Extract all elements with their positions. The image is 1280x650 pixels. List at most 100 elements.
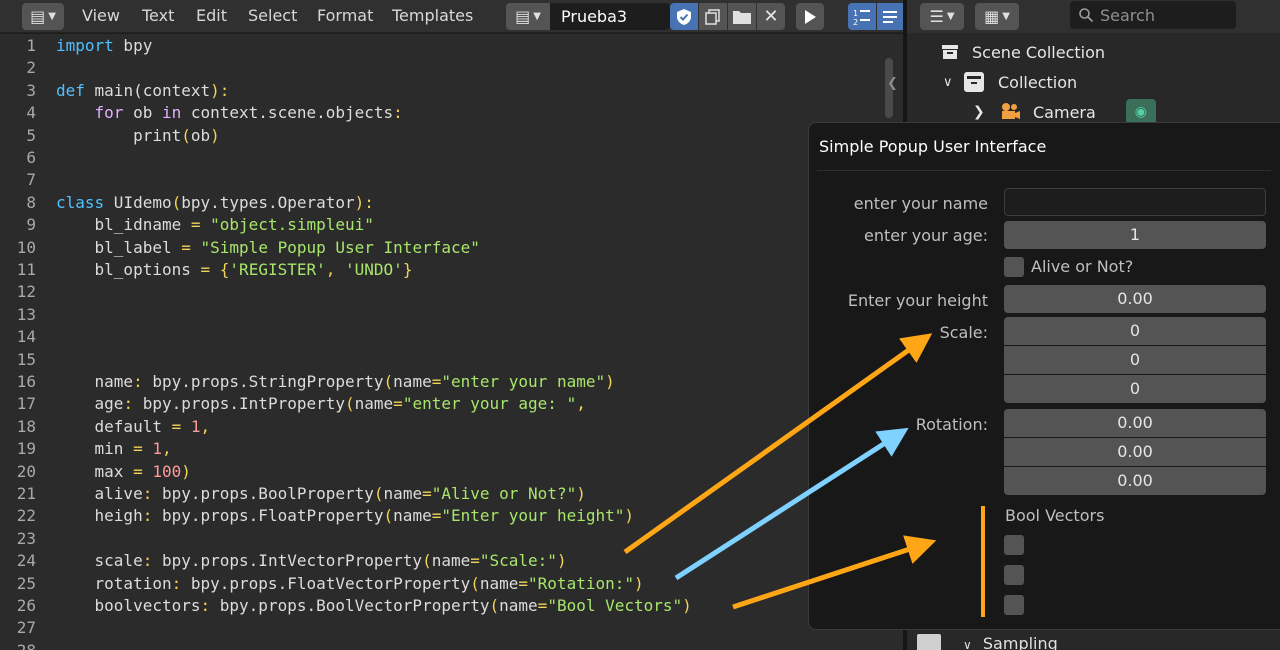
line-number: 10 xyxy=(16,237,36,257)
line-number: 2 xyxy=(26,58,36,78)
word-wrap-toggle[interactable] xyxy=(877,3,903,30)
line-number: 27 xyxy=(16,618,36,638)
line-number: 24 xyxy=(16,551,36,571)
scale-x-field[interactable]: 0 xyxy=(1004,317,1266,345)
chevron-down-icon[interactable]: ∨ xyxy=(943,75,963,90)
collection-row[interactable]: ∨ Collection xyxy=(943,68,1077,96)
rotation-z-field[interactable]: 0.00 xyxy=(1004,467,1266,495)
line-number: 6 xyxy=(26,148,36,167)
code-line-9: bl_idname = "object.simpleui" xyxy=(56,215,374,235)
menu-select[interactable]: Select xyxy=(248,6,297,25)
line-number: 5 xyxy=(26,125,36,145)
simple-popup-dialog: Simple Popup User Interface enter your n… xyxy=(808,122,1280,630)
popup-title: Simple Popup User Interface xyxy=(819,137,1047,156)
line-number: 22 xyxy=(16,506,36,526)
code-line-5: print(ob) xyxy=(56,125,220,145)
code-line-24: scale: bpy.props.IntVectorProperty(name=… xyxy=(56,551,567,571)
line-number: 3 xyxy=(26,80,36,100)
fake-user-button[interactable] xyxy=(670,3,698,30)
open-text-button[interactable] xyxy=(728,3,756,30)
age-number-field[interactable]: 1 xyxy=(1004,221,1266,249)
line-number: 16 xyxy=(16,372,36,391)
collection-box-icon xyxy=(964,72,984,92)
alive-checkbox[interactable] xyxy=(1004,257,1024,277)
line-number: 11 xyxy=(16,260,36,279)
bool-vector-checkbox-1[interactable] xyxy=(1004,535,1024,555)
svg-text:2: 2 xyxy=(853,18,858,27)
outliner-editor-type-button[interactable]: ☰ ▼ xyxy=(920,3,964,30)
alive-label[interactable]: Alive or Not? xyxy=(1031,257,1133,276)
line-number: 23 xyxy=(16,528,36,548)
camera-object-icon xyxy=(1002,103,1020,119)
bool-vector-checkbox-2[interactable] xyxy=(1004,565,1024,585)
rotation-x-field[interactable]: 0.00 xyxy=(1004,409,1266,437)
camera-label: Camera xyxy=(1033,102,1096,122)
search-icon xyxy=(1079,8,1094,23)
code-line-4: for ob in context.scene.objects: xyxy=(94,103,403,123)
outliner-search-input[interactable]: Search xyxy=(1070,1,1236,29)
code-line-26: boolvectors: bpy.props.BoolVectorPropert… xyxy=(56,596,692,615)
line-number: 1 xyxy=(26,36,36,55)
line-number: 17 xyxy=(16,394,36,414)
code-editor[interactable]: 1 2 3 4 5 6 7 8 9 10 11 12 13 14 15 16 1… xyxy=(0,34,903,650)
chevron-down-icon: ▼ xyxy=(48,11,56,22)
line-numbers-toggle[interactable]: 12 xyxy=(848,3,876,30)
run-script-button[interactable] xyxy=(796,3,824,30)
menu-format[interactable]: Format xyxy=(317,6,373,25)
chevron-right-icon[interactable]: ❯ xyxy=(973,104,999,120)
unlink-text-button[interactable]: ✕ xyxy=(757,3,785,30)
new-text-button[interactable] xyxy=(699,3,727,30)
line-number: 12 xyxy=(16,282,36,302)
search-placeholder: Search xyxy=(1100,5,1155,25)
code-line-16: name: bpy.props.StringProperty(name="ent… xyxy=(56,372,615,391)
scale-label: Scale: xyxy=(939,323,988,342)
bool-vectors-label: Bool Vectors xyxy=(1005,506,1105,525)
name-label: enter your name xyxy=(853,194,988,213)
display-mode-button[interactable]: ▦ ▼ xyxy=(975,3,1019,30)
chevron-down-icon: ▼ xyxy=(533,11,541,22)
line-numbers-icon: 12 xyxy=(853,9,870,27)
scene-collection-label: Scene Collection xyxy=(972,42,1106,62)
line-number: 4 xyxy=(26,103,36,123)
height-number-field[interactable]: 0.00 xyxy=(1004,285,1266,313)
scene-collection-row[interactable]: Scene Collection xyxy=(940,38,1105,66)
line-number: 15 xyxy=(16,349,36,369)
rotation-y-field[interactable]: 0.00 xyxy=(1004,438,1266,466)
line-number: 13 xyxy=(16,304,36,324)
text-name-field[interactable]: Prueba3 xyxy=(550,3,670,30)
code-line-10: bl_label = "Simple Popup User Interface" xyxy=(56,237,480,257)
render-properties-icon[interactable] xyxy=(917,634,941,650)
code-line-11: bl_options = {'REGISTER', 'UNDO'} xyxy=(56,260,413,279)
collection-label: Collection xyxy=(998,72,1078,92)
duplicate-icon xyxy=(705,8,720,25)
browse-text-button[interactable]: ▤ ▼ xyxy=(506,3,550,30)
bool-vector-checkbox-3[interactable] xyxy=(1004,595,1024,615)
line-number: 28 xyxy=(0,640,36,650)
chevron-left-icon[interactable]: ❮ xyxy=(887,76,898,91)
code-line-8: class UIdemo(bpy.types.Operator): xyxy=(56,192,374,212)
line-number: 26 xyxy=(16,596,36,615)
code-line-20: max = 100) xyxy=(56,461,191,481)
menu-edit[interactable]: Edit xyxy=(196,6,227,25)
svg-text:1: 1 xyxy=(853,9,858,18)
menu-view[interactable]: View xyxy=(82,6,120,25)
menu-templates[interactable]: Templates xyxy=(392,6,473,25)
line-number: 7 xyxy=(26,170,36,190)
menu-text[interactable]: Text xyxy=(142,6,174,25)
shield-check-icon xyxy=(677,8,691,25)
name-input[interactable] xyxy=(1004,188,1266,216)
chevron-down-icon: ∨ xyxy=(963,638,972,650)
scale-y-field[interactable]: 0 xyxy=(1004,346,1266,374)
popup-separator xyxy=(817,170,1271,171)
folder-icon xyxy=(733,10,751,24)
line-number: 9 xyxy=(26,215,36,235)
editor-type-button[interactable]: ▤ ▼ xyxy=(22,3,64,30)
text-editor-header: ▤ ▼ View Text Edit Select Format Template… xyxy=(0,0,903,33)
chevron-down-icon: ▼ xyxy=(946,11,955,22)
sampling-panel-header[interactable]: ∨ Sampling xyxy=(963,634,1058,650)
code-line-17: age: bpy.props.IntProperty(name="enter y… xyxy=(56,394,586,414)
code-line-19: min = 1, xyxy=(56,439,172,459)
line-number: 25 xyxy=(16,573,36,593)
scale-z-field[interactable]: 0 xyxy=(1004,375,1266,403)
code-line-22: heigh: bpy.props.FloatProperty(name="Ent… xyxy=(56,506,635,526)
